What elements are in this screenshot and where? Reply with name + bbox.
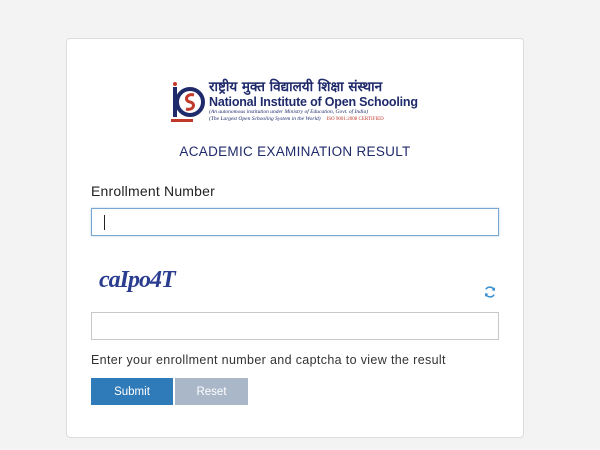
logo-english-name: National Institute of Open Schooling bbox=[209, 95, 418, 109]
instruction-text: Enter your enrollment number and captcha… bbox=[91, 353, 446, 367]
submit-button[interactable]: Submit bbox=[91, 378, 173, 405]
logo-tagline: (An autonomous institution under Ministr… bbox=[209, 109, 369, 115]
captcha-input[interactable] bbox=[91, 312, 499, 340]
reset-button[interactable]: Reset bbox=[175, 378, 248, 405]
logo-tagline-row: (The Largest Open Schooling System in th… bbox=[209, 116, 419, 123]
enrollment-input[interactable] bbox=[91, 208, 499, 236]
enrollment-label: Enrollment Number bbox=[91, 183, 215, 199]
result-card: राष्ट्रीय मुक्त विद्यालयी शिक्षा संस्थान… bbox=[66, 38, 524, 438]
logo-text: राष्ट्रीय मुक्त विद्यालयी शिक्षा संस्थान… bbox=[209, 79, 419, 123]
page-title: ACADEMIC EXAMINATION RESULT bbox=[179, 144, 411, 159]
nios-logo: राष्ट्रीय मुक्त विद्यालयी शिक्षा संस्थान… bbox=[171, 79, 421, 129]
logo-iso: ISO 9001:2008 CERTIFIED bbox=[326, 117, 384, 122]
logo-tagline-2: (The Largest Open Schooling System in th… bbox=[209, 116, 321, 122]
text-cursor bbox=[104, 215, 105, 230]
logo-hindi-name: राष्ट्रीय मुक्त विद्यालयी शिक्षा संस्थान bbox=[209, 79, 383, 95]
refresh-icon[interactable] bbox=[483, 285, 497, 299]
nios-emblem-icon bbox=[171, 82, 205, 122]
captcha-image: caIpo4T bbox=[99, 267, 176, 293]
